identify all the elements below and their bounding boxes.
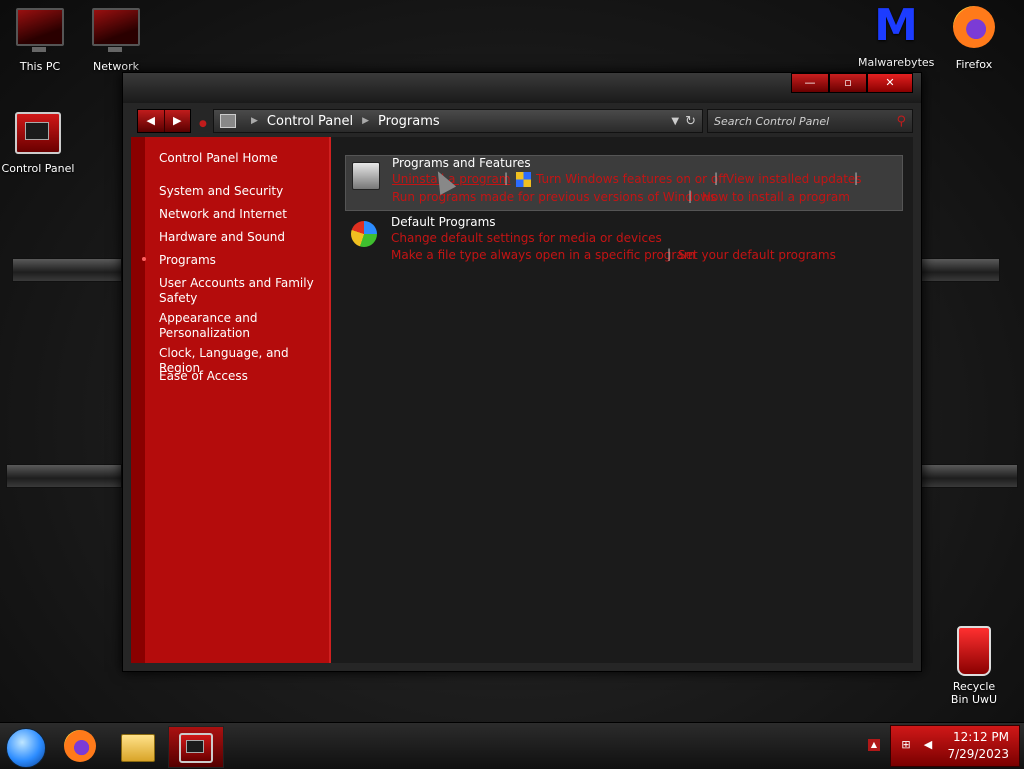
programs-features-icon bbox=[352, 162, 380, 190]
breadcrumb-separator-icon[interactable]: ▶ bbox=[362, 116, 369, 126]
desktop-icon-label: Control Panel bbox=[1, 162, 75, 175]
windows-features-link[interactable]: Turn Windows features on or off bbox=[536, 172, 727, 186]
desktop-icon-firefox[interactable]: Firefox bbox=[936, 6, 1012, 71]
firefox-icon bbox=[953, 6, 995, 48]
taskbar: ▲ ⊞ ◀ 12:12 PM 7/29/2023 bbox=[0, 722, 1024, 769]
file-type-link[interactable]: Make a file type always open in a specif… bbox=[391, 248, 695, 262]
show-hidden-icons-button[interactable]: ▲ bbox=[868, 739, 880, 751]
sidebar: Control Panel Home System and Security N… bbox=[131, 137, 331, 663]
control-panel-icon bbox=[179, 733, 213, 763]
category-programs-features: Programs and Features Uninstall a progra… bbox=[345, 155, 903, 211]
sidebar-item-control-panel-home[interactable]: Control Panel Home bbox=[159, 151, 323, 166]
chevron-down-icon[interactable]: ▼ bbox=[671, 116, 679, 127]
control-panel-icon bbox=[15, 112, 61, 154]
breadcrumb-control-panel[interactable]: Control Panel bbox=[267, 114, 353, 129]
taskbar-file-explorer[interactable] bbox=[112, 726, 164, 766]
search-box[interactable]: ⚲ bbox=[707, 109, 913, 133]
file-explorer-icon bbox=[121, 734, 155, 762]
admin-shield-icon bbox=[516, 172, 531, 187]
volume-muted-icon[interactable]: ◀ bbox=[921, 738, 935, 752]
sidebar-item-system-security[interactable]: System and Security bbox=[159, 184, 323, 199]
default-programs-icon bbox=[351, 221, 377, 247]
breadcrumb-separator-icon[interactable]: ▶ bbox=[251, 116, 258, 126]
minimize-button[interactable]: — bbox=[791, 73, 829, 93]
monitor-icon bbox=[16, 8, 64, 52]
main-content: Programs and Features Uninstall a progra… bbox=[331, 137, 913, 663]
network-icon[interactable]: ⊞ bbox=[899, 738, 913, 752]
change-default-settings-link[interactable]: Change default settings for media or dev… bbox=[391, 231, 662, 245]
recycle-bin-icon bbox=[957, 626, 991, 676]
desktop-icon-label: Recycle Bin UwU bbox=[950, 680, 998, 706]
refresh-icon[interactable]: ↻ bbox=[685, 114, 696, 129]
firefox-icon bbox=[64, 730, 96, 762]
navigation-toolbar: ◀ ▶ ● ▶ Control Panel ▶ Programs ▼ ↻ ⚲ bbox=[123, 103, 921, 137]
sidebar-item-hardware-sound[interactable]: Hardware and Sound bbox=[159, 230, 323, 245]
how-to-install-link[interactable]: How to install a program bbox=[702, 190, 850, 204]
maximize-button[interactable]: ▫ bbox=[829, 73, 867, 93]
desktop-icon-this-pc[interactable]: This PC bbox=[2, 8, 78, 73]
desktop-icon-malwarebytes[interactable]: M Malwarebytes bbox=[858, 0, 935, 70]
set-default-programs-link[interactable]: Set your default programs bbox=[678, 248, 836, 262]
search-icon[interactable]: ⚲ bbox=[896, 114, 906, 129]
control-panel-window: — ▫ ✕ ◀ ▶ ● ▶ Control Panel ▶ Programs ▼… bbox=[122, 72, 922, 672]
desktop-decoration bbox=[920, 464, 1018, 488]
taskbar-control-panel[interactable] bbox=[168, 726, 224, 768]
malwarebytes-icon: M bbox=[874, 0, 918, 51]
nav-buttons: ◀ ▶ bbox=[137, 109, 191, 133]
link-separator: | bbox=[854, 171, 859, 185]
clock-date: 7/29/2023 bbox=[947, 747, 1009, 761]
forward-button[interactable]: ▶ bbox=[163, 110, 191, 132]
link-separator: | bbox=[667, 247, 672, 261]
desktop-icon-recycle-bin[interactable]: Recycle Bin UwU bbox=[936, 626, 1012, 706]
link-separator: | bbox=[504, 171, 509, 185]
desktop-decoration bbox=[12, 258, 122, 282]
link-separator: | bbox=[714, 171, 719, 185]
category-title[interactable]: Default Programs bbox=[391, 215, 496, 229]
category-default-programs: Default Programs Change default settings… bbox=[345, 215, 901, 265]
sidebar-item-ease-of-access[interactable]: Ease of Access bbox=[159, 369, 323, 384]
control-panel-crumb-icon bbox=[220, 114, 236, 128]
sidebar-item-programs[interactable]: Programs bbox=[159, 253, 323, 268]
search-input[interactable] bbox=[708, 113, 897, 129]
desktop-icon-network[interactable]: Network bbox=[78, 8, 154, 73]
back-button[interactable]: ◀ bbox=[138, 110, 164, 132]
desktop-icon-label: Malwarebytes bbox=[858, 56, 935, 69]
desktop-icon-label: This PC bbox=[19, 60, 61, 73]
address-bar[interactable]: ▶ Control Panel ▶ Programs ▼ ↻ bbox=[213, 109, 703, 133]
close-button[interactable]: ✕ bbox=[867, 73, 913, 93]
current-page-bullet-icon bbox=[142, 257, 146, 261]
clock[interactable]: 12:12 PM 7/29/2023 bbox=[947, 729, 1009, 763]
desktop-icon-label: Firefox bbox=[955, 58, 993, 71]
breadcrumb-programs[interactable]: Programs bbox=[378, 114, 440, 129]
network-monitor-icon bbox=[92, 8, 140, 52]
desktop-decoration bbox=[920, 258, 1000, 282]
window-titlebar[interactable]: — ▫ ✕ bbox=[123, 73, 921, 103]
sidebar-item-appearance[interactable]: Appearance and Personalization bbox=[159, 311, 323, 341]
sidebar-item-network-internet[interactable]: Network and Internet bbox=[159, 207, 323, 222]
start-orb-icon[interactable] bbox=[6, 728, 46, 768]
desktop-icon-control-panel[interactable]: Control Panel bbox=[0, 112, 76, 175]
clock-time: 12:12 PM bbox=[953, 730, 1009, 744]
installed-updates-link[interactable]: View installed updates bbox=[726, 172, 862, 186]
link-separator: | bbox=[688, 189, 693, 203]
system-tray: ⊞ ◀ 12:12 PM 7/29/2023 bbox=[890, 725, 1020, 767]
sidebar-item-user-accounts[interactable]: User Accounts and Family Safety bbox=[159, 276, 323, 306]
desktop-decoration bbox=[6, 464, 122, 488]
taskbar-firefox[interactable] bbox=[54, 726, 106, 766]
category-title[interactable]: Programs and Features bbox=[392, 156, 531, 170]
recent-pages-dropdown-icon[interactable]: ● bbox=[199, 119, 207, 129]
